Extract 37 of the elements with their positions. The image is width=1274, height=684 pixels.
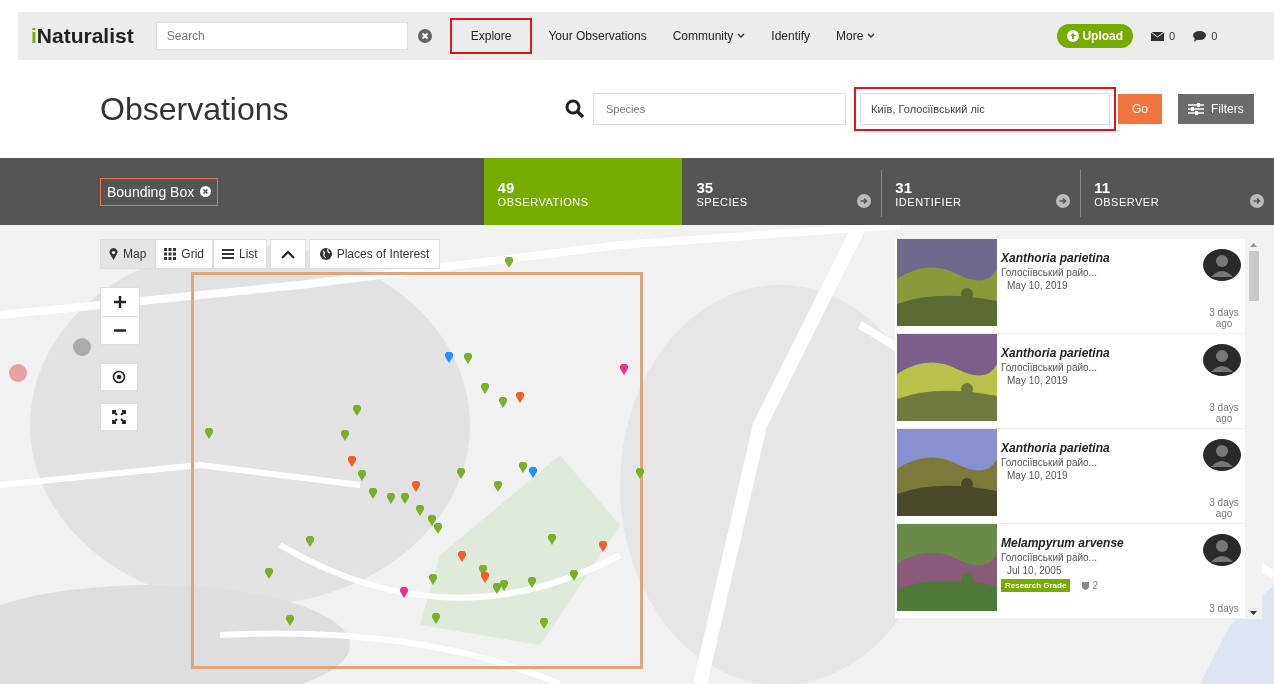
stat-label: OBSERVATIONS [497, 196, 589, 208]
nav-link[interactable]: Explore [449, 18, 533, 54]
arrow-right-icon [857, 193, 872, 208]
stats-tab[interactable]: 31 IDENTIFIER [881, 158, 1081, 225]
nav-link[interactable]: Community [660, 18, 758, 54]
stat-count: 11 [1094, 179, 1112, 196]
species-field[interactable]: Species [593, 93, 846, 125]
stat-count: 49 [497, 179, 516, 196]
messages-counter[interactable]: 0 [1151, 30, 1176, 42]
caret-icon [867, 33, 876, 39]
arrow-right-icon [1056, 193, 1071, 208]
search-field[interactable]: Search [155, 22, 408, 50]
arrow-right-icon [1250, 193, 1265, 208]
clear-icon[interactable] [417, 29, 432, 43]
sliders-icon [1188, 103, 1204, 115]
remove-icon [200, 186, 212, 197]
location-field[interactable]: Київ, Голосіївський ліс [860, 93, 1110, 125]
caret-icon [737, 33, 746, 39]
upload-icon [1067, 30, 1080, 42]
stat-label: IDENTIFIER [895, 196, 962, 208]
filter-chip[interactable]: Bounding Box [100, 177, 219, 206]
nav-link[interactable]: More [824, 18, 888, 54]
speech-bubble-icon [1193, 30, 1207, 42]
filters-button[interactable]: Filters [1178, 94, 1254, 124]
nav-link[interactable]: Identify [759, 18, 823, 54]
notifications-counter[interactable]: 0 [1193, 30, 1218, 42]
search-icon [565, 99, 585, 119]
nav-link[interactable]: Your Observations [536, 18, 659, 54]
page-title: Observations [100, 90, 290, 128]
envelope-icon [1151, 31, 1165, 41]
stat-count: 31 [895, 179, 913, 196]
stat-count: 35 [696, 179, 715, 196]
stats-tab[interactable]: 11 OBSERVER [1080, 158, 1274, 225]
stats-tab[interactable]: 35 SPECIES [682, 158, 882, 225]
logo[interactable]: iNaturalist [31, 24, 134, 48]
stat-label: SPECIES [696, 196, 748, 208]
stat-label: OBSERVER [1094, 196, 1160, 208]
